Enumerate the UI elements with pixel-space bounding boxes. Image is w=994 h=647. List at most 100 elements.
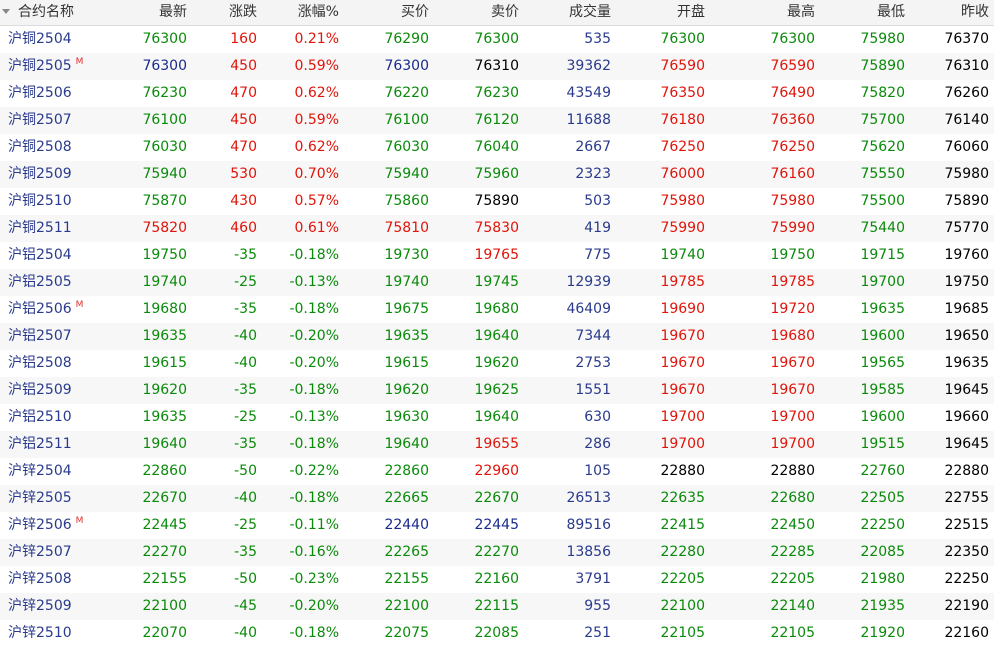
cell-contract-name[interactable]: 沪锌2506M bbox=[0, 512, 110, 539]
column-header-low[interactable]: 最低 bbox=[820, 0, 910, 26]
table-row[interactable]: 沪锌250722270-35-0.16%22265222701385622280… bbox=[0, 539, 994, 566]
cell-contract-name[interactable]: 沪铝2511 bbox=[0, 431, 110, 458]
cell-high: 22205 bbox=[710, 566, 820, 593]
table-row[interactable]: 沪锌250822155-50-0.23%22155221603791222052… bbox=[0, 566, 994, 593]
cell-bid: 22100 bbox=[344, 593, 434, 620]
contract-name: 沪铝2511 bbox=[8, 436, 72, 452]
cell-contract-name[interactable]: 沪铝2507 bbox=[0, 323, 110, 350]
cell-contract-name[interactable]: 沪锌2505 bbox=[0, 485, 110, 512]
cell-open: 76300 bbox=[616, 26, 710, 54]
cell-pct: 0.62% bbox=[262, 80, 344, 107]
cell-pct: 0.61% bbox=[262, 215, 344, 242]
cell-last: 22445 bbox=[110, 512, 192, 539]
column-header-pct[interactable]: 涨幅% bbox=[262, 0, 344, 26]
cell-contract-name[interactable]: 沪铜2504 bbox=[0, 26, 110, 54]
cell-contract-name[interactable]: 沪铝2508 bbox=[0, 350, 110, 377]
cell-last: 22860 bbox=[110, 458, 192, 485]
cell-ask: 76230 bbox=[434, 80, 524, 107]
cell-contract-name[interactable]: 沪锌2504 bbox=[0, 458, 110, 485]
cell-ask: 22115 bbox=[434, 593, 524, 620]
table-row[interactable]: 沪铜2505M763004500.59%76300763103936276590… bbox=[0, 53, 994, 80]
table-row[interactable]: 沪铝250719635-40-0.20%19635196407344196701… bbox=[0, 323, 994, 350]
table-row[interactable]: 沪铜2504763001600.21%762907630053576300763… bbox=[0, 26, 994, 54]
contract-name: 沪铜2509 bbox=[8, 166, 72, 182]
contract-name: 沪铝2506 bbox=[8, 301, 72, 317]
cell-volume: 39362 bbox=[524, 53, 616, 80]
cell-contract-name[interactable]: 沪铜2505M bbox=[0, 53, 110, 80]
table-row[interactable]: 沪铝251019635-25-0.13%19630196406301970019… bbox=[0, 404, 994, 431]
table-row[interactable]: 沪锌250422860-50-0.22%22860229601052288022… bbox=[0, 458, 994, 485]
cell-contract-name[interactable]: 沪铜2506 bbox=[0, 80, 110, 107]
cell-contract-name[interactable]: 沪铜2507 bbox=[0, 107, 110, 134]
column-header-high[interactable]: 最高 bbox=[710, 0, 820, 26]
column-header-open[interactable]: 开盘 bbox=[616, 0, 710, 26]
cell-change: -35 bbox=[192, 242, 262, 269]
cell-change: -50 bbox=[192, 458, 262, 485]
cell-prev-close: 76060 bbox=[910, 134, 994, 161]
contract-name: 沪锌2505 bbox=[8, 490, 72, 506]
cell-contract-name[interactable]: 沪铝2510 bbox=[0, 404, 110, 431]
sort-arrow-icon[interactable] bbox=[2, 9, 10, 14]
table-row[interactable]: 沪铜2509759405300.70%759407596023237600076… bbox=[0, 161, 994, 188]
cell-volume: 7344 bbox=[524, 323, 616, 350]
cell-volume: 89516 bbox=[524, 512, 616, 539]
cell-open: 19700 bbox=[616, 404, 710, 431]
cell-low: 22505 bbox=[820, 485, 910, 512]
cell-contract-name[interactable]: 沪铜2511 bbox=[0, 215, 110, 242]
cell-pct: 0.62% bbox=[262, 134, 344, 161]
cell-high: 76490 bbox=[710, 80, 820, 107]
cell-change: 450 bbox=[192, 53, 262, 80]
cell-contract-name[interactable]: 沪锌2509 bbox=[0, 593, 110, 620]
cell-contract-name[interactable]: 沪锌2508 bbox=[0, 566, 110, 593]
cell-volume: 775 bbox=[524, 242, 616, 269]
cell-bid: 19615 bbox=[344, 350, 434, 377]
cell-volume: 286 bbox=[524, 431, 616, 458]
cell-prev-close: 22515 bbox=[910, 512, 994, 539]
column-header-name[interactable]: 合约名称 bbox=[0, 0, 110, 26]
cell-change: 470 bbox=[192, 134, 262, 161]
table-row[interactable]: 沪铜2510758704300.57%758607589050375980759… bbox=[0, 188, 994, 215]
cell-contract-name[interactable]: 沪铜2509 bbox=[0, 161, 110, 188]
table-row[interactable]: 沪铝250919620-35-0.18%19620196251551196701… bbox=[0, 377, 994, 404]
cell-bid: 22155 bbox=[344, 566, 434, 593]
cell-ask: 19620 bbox=[434, 350, 524, 377]
cell-volume: 26513 bbox=[524, 485, 616, 512]
cell-bid: 76290 bbox=[344, 26, 434, 54]
column-header-bid[interactable]: 买价 bbox=[344, 0, 434, 26]
cell-last: 19680 bbox=[110, 296, 192, 323]
cell-contract-name[interactable]: 沪铝2505 bbox=[0, 269, 110, 296]
contract-name: 沪锌2504 bbox=[8, 463, 72, 479]
table-row[interactable]: 沪锌250922100-45-0.20%22100221159552210022… bbox=[0, 593, 994, 620]
table-row[interactable]: 沪铝250819615-40-0.20%19615196202753196701… bbox=[0, 350, 994, 377]
column-header-change[interactable]: 涨跌 bbox=[192, 0, 262, 26]
table-row[interactable]: 沪铝250519740-25-0.13%19740197451293919785… bbox=[0, 269, 994, 296]
column-header-last[interactable]: 最新 bbox=[110, 0, 192, 26]
cell-pct: -0.20% bbox=[262, 323, 344, 350]
cell-contract-name[interactable]: 沪铜2508 bbox=[0, 134, 110, 161]
table-row[interactable]: 沪铝2506M19680-35-0.18%1967519680464091969… bbox=[0, 296, 994, 323]
cell-pct: -0.22% bbox=[262, 458, 344, 485]
table-row[interactable]: 沪铜2507761004500.59%761007612011688761807… bbox=[0, 107, 994, 134]
column-header-volume[interactable]: 成交量 bbox=[524, 0, 616, 26]
table-row[interactable]: 沪铝250419750-35-0.18%19730197657751974019… bbox=[0, 242, 994, 269]
table-row[interactable]: 沪铜2511758204600.61%758107583041975990759… bbox=[0, 215, 994, 242]
table-row[interactable]: 沪锌250522670-40-0.18%22665226702651322635… bbox=[0, 485, 994, 512]
cell-contract-name[interactable]: 沪锌2507 bbox=[0, 539, 110, 566]
cell-high: 22880 bbox=[710, 458, 820, 485]
cell-contract-name[interactable]: 沪铝2509 bbox=[0, 377, 110, 404]
cell-volume: 535 bbox=[524, 26, 616, 54]
table-row[interactable]: 沪铜2508760304700.62%760307604026677625076… bbox=[0, 134, 994, 161]
cell-pct: -0.23% bbox=[262, 566, 344, 593]
cell-volume: 11688 bbox=[524, 107, 616, 134]
column-header-ask[interactable]: 卖价 bbox=[434, 0, 524, 26]
cell-bid: 19740 bbox=[344, 269, 434, 296]
cell-contract-name[interactable]: 沪铜2510 bbox=[0, 188, 110, 215]
main-contract-badge: M bbox=[76, 516, 84, 526]
column-header-prev-close[interactable]: 昨收 bbox=[910, 0, 994, 26]
cell-contract-name[interactable]: 沪铝2506M bbox=[0, 296, 110, 323]
table-row[interactable]: 沪铜2506762304700.62%762207623043549763507… bbox=[0, 80, 994, 107]
cell-pct: -0.18% bbox=[262, 242, 344, 269]
table-row[interactable]: 沪锌2506M22445-25-0.11%2244022445895162241… bbox=[0, 512, 994, 539]
cell-contract-name[interactable]: 沪铝2504 bbox=[0, 242, 110, 269]
table-row[interactable]: 沪铝251119640-35-0.18%19640196552861970019… bbox=[0, 431, 994, 458]
